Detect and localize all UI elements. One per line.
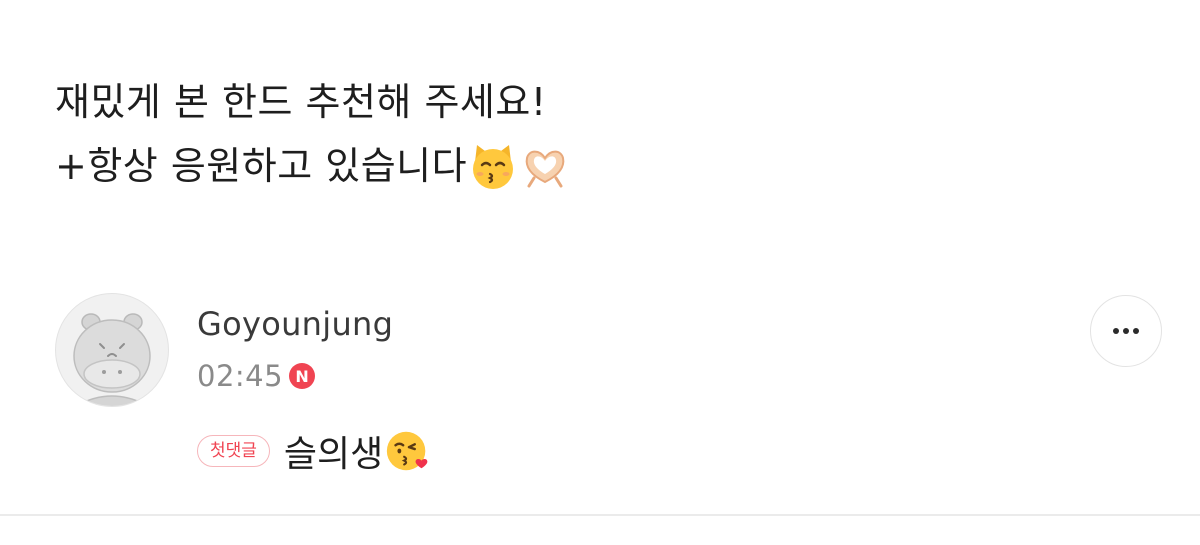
- first-comment-badge: 첫댓글: [197, 435, 270, 467]
- comment-text-wrap: 슬의생: [284, 425, 433, 477]
- more-options-icon: [1113, 328, 1139, 334]
- post-text-line-1: 재밌게 본 한드 추천해 주세요!: [55, 80, 547, 124]
- more-options-button[interactable]: [1090, 295, 1162, 367]
- hippo-avatar-icon: [73, 313, 151, 406]
- comment-content: 첫댓글 슬의생: [197, 425, 433, 477]
- post-line-2: +항상 응원하고 있습니다: [55, 134, 1055, 198]
- comment-text: 슬의생: [283, 434, 384, 475]
- heart-hands-emoji-icon: [525, 150, 565, 188]
- post-body: 재밌게 본 한드 추천해 주세요! +항상 응원하고 있습니다: [55, 70, 1055, 198]
- new-badge: N: [289, 363, 316, 389]
- post-line-1: 재밌게 본 한드 추천해 주세요!: [55, 70, 1055, 134]
- kissing-face-heart-emoji-icon: [387, 431, 428, 471]
- post-text-line-2: +항상 응원하고 있습니다: [55, 144, 468, 188]
- avatar[interactable]: [55, 293, 169, 407]
- comment-item: Goyounjung 02:45 N 첫댓글 슬의생: [55, 293, 1165, 483]
- comment-meta: 02:45 N: [197, 359, 316, 393]
- kissing-cat-emoji-icon: [473, 145, 514, 189]
- comment-author[interactable]: Goyounjung: [197, 305, 393, 343]
- comment-time: 02:45: [197, 359, 284, 393]
- divider: [0, 514, 1200, 516]
